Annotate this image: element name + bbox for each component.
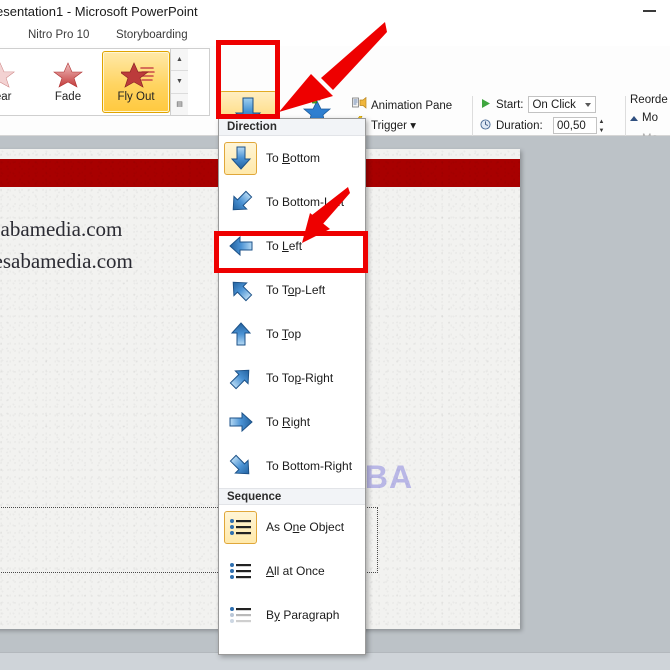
gallery-item-fade[interactable]: Fade [34,49,102,115]
menu-item-by-paragraph-label: By Paragraph [266,608,340,622]
gallery-scroll-down[interactable]: ▼ [171,71,188,94]
gallery-item-fly-out-label: Fly Out [117,91,155,103]
arrow-to-bottom-icon [224,141,257,175]
arrow-to-left-icon [224,230,257,263]
duration-stepper[interactable]: ▲ ▼ [596,118,607,135]
gallery-more-button[interactable]: ▤ [171,93,188,115]
arrow-to-top-left-icon [224,274,257,307]
menu-item-to-top-left[interactable]: To Top-Left [219,268,365,312]
gallery-scrollbar[interactable]: ▲ ▼ ▤ [170,49,188,115]
menu-header-sequence: Sequence [219,488,365,505]
menu-item-to-bottom-label: To Bottom [266,151,321,165]
duration-label: Duration: [496,119,543,132]
star-flyout-icon [121,61,155,89]
move-earlier-button[interactable]: Mo [630,109,670,127]
watermark-line-1: m - Nesabamedia.com - Nesabamedia.com [0,217,123,241]
arrow-to-right-icon [224,406,257,439]
menu-item-to-bottom-right[interactable]: To Bottom-Right [219,444,365,488]
animation-gallery: pear Fade [0,48,210,116]
triangle-up-icon [630,115,638,121]
menu-item-as-one-object-label: As One Object [266,520,345,534]
menu-item-to-left-label: To Left [266,239,303,253]
chevron-down-icon[interactable] [585,103,592,107]
effect-options-dropdown-menu: Direction To Bottom To Bottom-Left To Le… [218,118,366,655]
duration-row: Duration: 00,50 ▲ ▼ [480,115,615,136]
all-at-once-icon [224,555,257,588]
menu-item-to-top-right[interactable]: To Top-Right [219,356,365,400]
menu-item-to-right[interactable]: To Right [219,400,365,444]
menu-item-all-at-once-label: All at Once [266,564,325,578]
gallery-item-fade-label: Fade [54,91,82,103]
start-row: Start: On Click [480,94,615,115]
gallery-scroll-up[interactable]: ▲ [171,49,188,72]
duration-input[interactable]: 00,50 ▲ ▼ [553,117,604,134]
menu-item-to-bottom-right-label: To Bottom-Right [266,459,353,473]
menu-item-to-bottom-left-label: To Bottom-Left [266,195,345,209]
menu-item-as-one-object[interactable]: As One Object [219,505,365,549]
reorder-header: Reorde [630,94,668,106]
gallery-item-appear[interactable]: pear [0,49,34,115]
powerpoint-window: esentation1 - Microsoft PowerPoint Nitro… [0,0,670,670]
arrow-to-bottom-right-icon [224,450,257,483]
by-paragraph-icon [224,599,257,632]
menu-header-direction: Direction [219,119,365,136]
star-appear-icon [0,61,15,89]
duration-value: 00,50 [557,119,586,132]
start-value: On Click [532,98,576,111]
menu-item-to-top-label: To Top [266,327,302,341]
animation-pane-icon [352,96,367,114]
minimize-icon[interactable] [643,10,656,12]
gallery-item-appear-label: pear [0,91,12,103]
window-title: esentation1 - Microsoft PowerPoint [0,4,198,19]
duration-stepper-up[interactable]: ▲ [596,118,607,127]
watermark-line-2: om - Nesabamedia.com - Nesabamedia.com [0,249,133,273]
star-fade-icon [53,61,83,89]
move-earlier-label: Mo [642,112,658,124]
gallery-item-fly-out[interactable]: Fly Out [102,51,170,113]
duration-stepper-down[interactable]: ▼ [596,127,607,136]
menu-item-to-top-right-label: To Top-Right [266,371,334,385]
start-select[interactable]: On Click [528,96,597,113]
ribbon-tab-strip: Nitro Pro 10 Storyboarding [0,26,670,46]
tab-storyboarding[interactable]: Storyboarding [112,28,192,42]
as-one-object-icon [224,510,257,544]
animation-pane-button[interactable]: Animation Pane [352,96,474,115]
arrow-to-bottom-left-icon [224,186,257,219]
start-label: Start: [496,98,524,111]
menu-item-to-top-left-label: To Top-Left [266,283,326,297]
tab-nitro-pro[interactable]: Nitro Pro 10 [24,28,93,42]
animation-pane-label: Animation Pane [371,99,453,112]
trigger-button[interactable]: Trigger ▾ [352,115,474,134]
menu-item-all-at-once[interactable]: All at Once [219,549,365,593]
menu-item-to-right-label: To Right [266,415,311,429]
menu-item-by-paragraph[interactable]: By Paragraph [219,593,365,637]
clock-icon [480,117,491,135]
menu-item-to-bottom-left[interactable]: To Bottom-Left [219,180,365,224]
arrow-to-top-icon [224,318,257,351]
play-green-icon [480,96,491,114]
menu-item-to-left[interactable]: To Left [219,224,365,268]
title-bar: esentation1 - Microsoft PowerPoint [0,0,670,26]
menu-item-to-top[interactable]: To Top [219,312,365,356]
menu-item-to-bottom[interactable]: To Bottom [219,136,365,180]
arrow-to-top-right-icon [224,362,257,395]
trigger-label: Trigger ▾ [371,119,416,132]
